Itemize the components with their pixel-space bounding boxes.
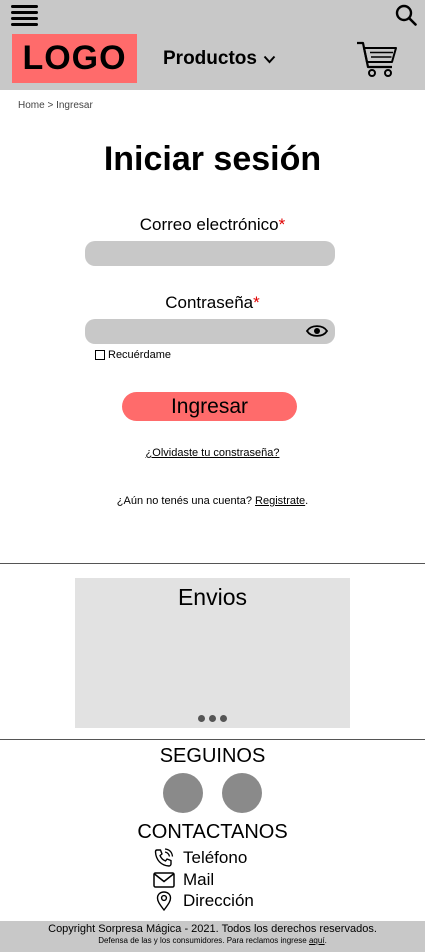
login-button[interactable]: Ingresar bbox=[122, 392, 297, 421]
phone-icon bbox=[154, 848, 174, 867]
breadcrumb: Home > Ingresar bbox=[18, 100, 93, 111]
email-label: Correo electrónico* bbox=[0, 215, 425, 235]
remember-me-label: Recuérdame bbox=[108, 349, 171, 361]
breadcrumb-home-link[interactable]: Home bbox=[18, 100, 45, 111]
contact-title: CONTACTANOS bbox=[137, 821, 288, 843]
page-title: Iniciar sesión bbox=[103, 140, 322, 178]
footer-copyright: Copyright Sorpresa Mágica - 2021. Todos … bbox=[48, 923, 377, 935]
header: LOGO Productos bbox=[0, 30, 425, 90]
carousel-dot[interactable] bbox=[220, 715, 227, 722]
social-icon[interactable] bbox=[163, 773, 203, 813]
social-title: SEGUINOS bbox=[159, 745, 266, 767]
footer-legal-text: Defensa de las y los consumidores. Para … bbox=[98, 936, 307, 945]
email-label-text: Correo electrónico bbox=[139, 215, 279, 234]
carousel-dots bbox=[198, 715, 231, 722]
envios-carousel: Envios bbox=[75, 578, 350, 728]
mail-icon bbox=[153, 872, 175, 888]
chevron-down-icon bbox=[263, 55, 276, 63]
signup-prompt: ¿Aún no tenés una cuenta? Registrate. bbox=[0, 495, 425, 507]
register-link[interactable]: Registrate bbox=[255, 495, 305, 507]
email-field[interactable] bbox=[85, 241, 335, 266]
checkbox-box[interactable] bbox=[95, 350, 105, 360]
contact-address[interactable]: Dirección bbox=[153, 891, 254, 911]
shopping-cart-icon[interactable] bbox=[356, 40, 398, 80]
products-menu-label: Productos bbox=[163, 48, 257, 69]
search-icon[interactable] bbox=[395, 4, 417, 26]
footer: Copyright Sorpresa Mágica - 2021. Todos … bbox=[0, 921, 425, 952]
forgot-password-link[interactable]: ¿Olvidaste tu constraseña? bbox=[146, 447, 280, 459]
breadcrumb-current: Ingresar bbox=[56, 100, 93, 111]
required-mark: * bbox=[278, 215, 286, 234]
carousel-dot[interactable] bbox=[209, 715, 216, 722]
divider bbox=[0, 739, 425, 740]
breadcrumb-separator: > bbox=[47, 100, 54, 111]
register-suffix: . bbox=[305, 495, 309, 507]
hamburger-menu-icon[interactable] bbox=[11, 5, 38, 26]
footer-legal-link[interactable]: aquí bbox=[309, 936, 325, 945]
divider bbox=[0, 563, 425, 564]
logo[interactable]: LOGO bbox=[12, 34, 137, 83]
contact-phone[interactable]: Teléfono bbox=[153, 848, 247, 868]
password-field[interactable] bbox=[85, 319, 335, 344]
carousel-dot[interactable] bbox=[198, 715, 205, 722]
required-mark: * bbox=[253, 293, 260, 312]
products-menu[interactable]: Productos bbox=[163, 48, 276, 70]
envios-title: Envios bbox=[177, 584, 248, 610]
remember-me-checkbox[interactable]: Recuérdame bbox=[95, 349, 171, 361]
contact-address-label: Dirección bbox=[183, 891, 254, 910]
location-pin-icon bbox=[156, 891, 172, 911]
password-label: Contraseña* bbox=[0, 293, 425, 313]
eye-icon[interactable] bbox=[306, 324, 328, 338]
contact-phone-label: Teléfono bbox=[183, 848, 248, 867]
contact-mail-label: Mail bbox=[183, 870, 215, 889]
top-bar bbox=[0, 0, 425, 30]
social-icon[interactable] bbox=[222, 773, 262, 813]
contact-mail[interactable]: Mail bbox=[153, 870, 214, 890]
footer-legal-suffix: . bbox=[324, 936, 327, 945]
password-label-text: Contraseña bbox=[165, 293, 254, 312]
forgot-password: ¿Olvidaste tu constraseña? bbox=[0, 447, 425, 459]
no-account-text: ¿Aún no tenés una cuenta? bbox=[116, 495, 252, 507]
footer-legal: Defensa de las y los consumidores. Para … bbox=[0, 936, 425, 945]
